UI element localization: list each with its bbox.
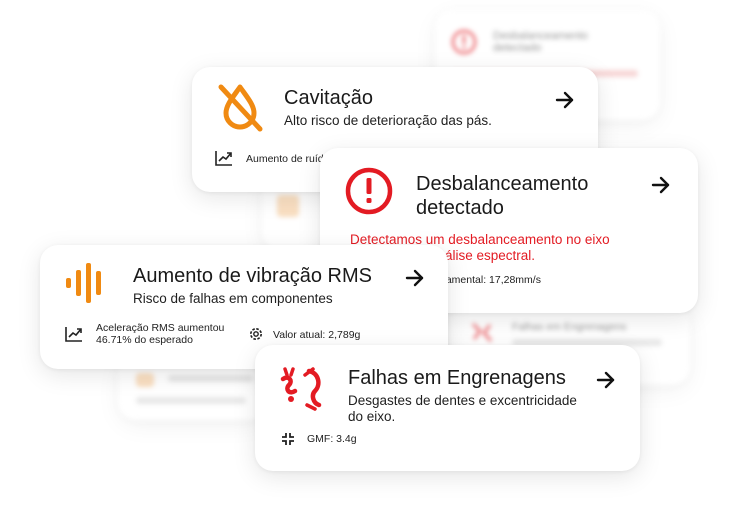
background-card-title: Desbalanceamento detectado	[493, 30, 588, 54]
card-title: Cavitação	[284, 87, 373, 109]
compress-icon	[282, 433, 294, 445]
arrow-right-icon[interactable]	[650, 174, 672, 196]
arrow-right-icon[interactable]	[595, 369, 617, 391]
ghost-line	[136, 397, 246, 404]
card-metric: damental: 17,28mm/s	[440, 274, 541, 286]
gear-failure-icon	[280, 367, 322, 411]
card-metric: Aumento de ruído	[246, 153, 330, 165]
card-title: Aumento de vibração RMS	[133, 265, 373, 287]
card-subtitle: Risco de falhas em componentes	[133, 291, 333, 306]
card-metric-rms: Aceleração RMS aumentou 46.71% do espera…	[96, 322, 225, 346]
card-subtitle: Alto risco de deterioração das pás.	[284, 113, 492, 128]
card-metric: GMF: 3.4g	[307, 433, 357, 445]
background-card-title: Falhas em Engrenagens	[512, 321, 627, 333]
vibration-bars-icon	[66, 263, 101, 303]
card-title: Desbalanceamento detectado	[416, 173, 589, 219]
ghost-line	[136, 373, 154, 387]
arrow-right-icon[interactable]	[554, 89, 576, 111]
gear-failure-icon	[471, 322, 493, 342]
card-engrenagens[interactable]: Falhas em Engrenagens Desgastes de dente…	[255, 345, 640, 471]
trend-up-icon	[215, 151, 232, 166]
trend-up-icon	[65, 327, 82, 342]
arrow-right-icon[interactable]	[404, 267, 426, 289]
ghost-line	[277, 195, 299, 217]
alert-circle-icon	[345, 167, 393, 215]
card-subtitle: Desgastes de dentes e excentricidade do …	[348, 393, 577, 424]
cavitation-icon	[218, 84, 263, 132]
card-title: Falhas em Engrenagens	[348, 367, 566, 389]
card-metric-value: Valor atual: 2,789g	[273, 329, 361, 341]
alert-circle-icon	[451, 29, 477, 55]
gear-icon	[250, 328, 262, 340]
ghost-line	[168, 375, 253, 382]
